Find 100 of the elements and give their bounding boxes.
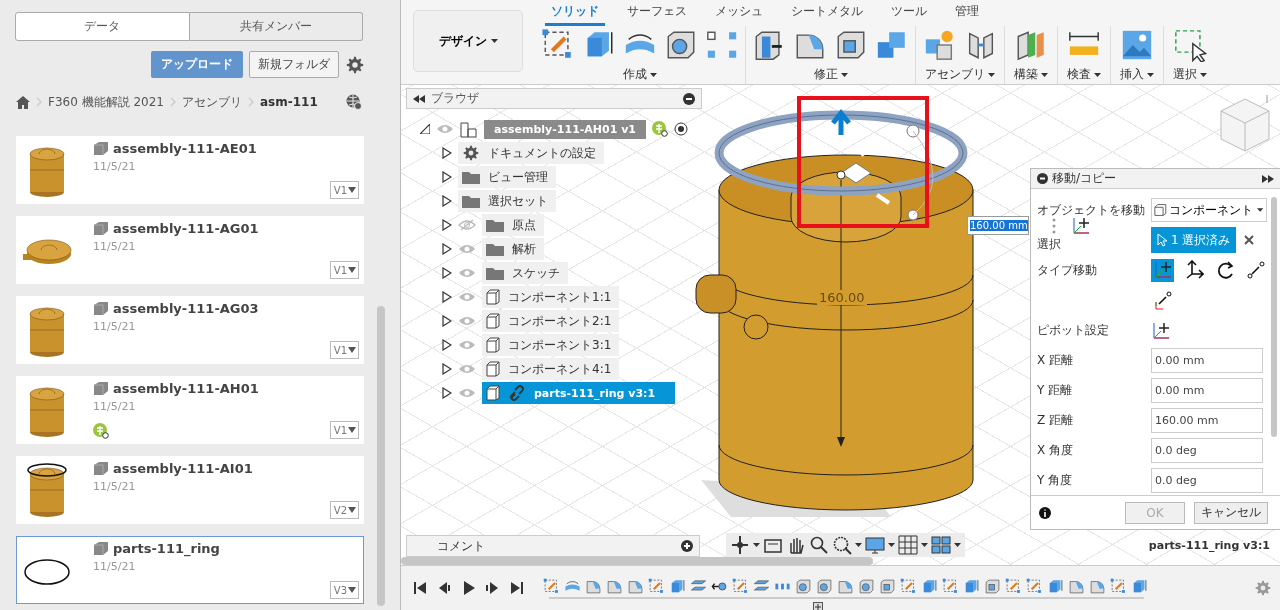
file-name[interactable]: parts-111_ring: [113, 541, 220, 556]
tree-item-label[interactable]: コンポーネント1:1: [508, 288, 612, 306]
tree-item-label[interactable]: コンポーネント3:1: [508, 336, 612, 354]
version-dropdown[interactable]: V1: [329, 181, 359, 199]
first-icon[interactable]: [413, 580, 428, 596]
viewport-canvas[interactable]: [401, 85, 1280, 565]
value-field[interactable]: 0.0 deg: [1151, 437, 1263, 463]
expand-icon[interactable]: [1262, 174, 1274, 183]
version-dropdown[interactable]: V2: [329, 501, 359, 519]
viewports-icon[interactable]: [931, 535, 951, 555]
add-marker-icon[interactable]: [813, 602, 823, 610]
value-field[interactable]: 0.00 mm: [1151, 377, 1263, 403]
value-field[interactable]: 160.00 mm: [1151, 407, 1263, 433]
extrude-icon[interactable]: [1047, 577, 1064, 595]
file-name[interactable]: assembly-111-AG03: [113, 301, 259, 316]
sketch-icon[interactable]: [1026, 577, 1043, 595]
point-to-point-icon[interactable]: [1244, 258, 1267, 282]
tree-item-label[interactable]: コンポーネント2:1: [508, 312, 612, 330]
home-icon[interactable]: [16, 95, 30, 109]
sketch-icon[interactable]: [900, 577, 917, 595]
selection-box-icon[interactable]: [1173, 28, 1207, 62]
picture-icon[interactable]: [1120, 28, 1154, 62]
file-card[interactable]: parts-111_ring 11/5/21 V3: [16, 536, 364, 604]
sketch-icon[interactable]: [942, 577, 959, 595]
expand-triangle-icon[interactable]: [442, 291, 452, 303]
play-icon[interactable]: [461, 580, 476, 596]
tab[interactable]: ツール: [885, 0, 933, 26]
extrude-icon[interactable]: [1131, 577, 1148, 595]
breadcrumb-link[interactable]: asm-111: [260, 95, 318, 109]
tree-node[interactable]: スケッチ: [482, 262, 568, 284]
workspace-dropdown[interactable]: デザイン: [413, 10, 523, 72]
tree-node[interactable]: 選択セット: [458, 190, 556, 212]
tab[interactable]: サーフェス: [621, 0, 693, 26]
file-name[interactable]: assembly-111-AI01: [113, 461, 253, 476]
expand-triangle-icon[interactable]: [442, 315, 452, 327]
next-icon[interactable]: [485, 580, 500, 596]
scrollbar[interactable]: [401, 557, 873, 565]
caret-icon[interactable]: [888, 543, 895, 547]
file-name[interactable]: assembly-111-AE01: [113, 141, 257, 156]
radio-icon[interactable]: [674, 122, 689, 136]
grid-icon[interactable]: [898, 535, 918, 555]
tree-item-label[interactable]: 解析: [512, 240, 536, 258]
drag-handle-icon[interactable]: [1052, 218, 1056, 234]
value-field[interactable]: 0.00 mm: [1151, 347, 1263, 373]
tab[interactable]: メッシュ: [709, 0, 769, 26]
group-menu[interactable]: 修正: [810, 65, 851, 84]
collapse-triangle-icon[interactable]: [420, 124, 430, 134]
scrollbar[interactable]: [377, 306, 385, 606]
tree-item-label[interactable]: ドキュメントの設定: [488, 144, 596, 162]
file-name[interactable]: assembly-111-AG01: [113, 221, 259, 236]
tab[interactable]: 共有メンバー: [189, 12, 363, 41]
tree-node[interactable]: コンポーネント2:1: [482, 310, 620, 332]
orbit-icon[interactable]: [730, 535, 750, 555]
group-menu[interactable]: 作成: [620, 65, 660, 84]
file-card[interactable]: assembly-111-AE01 11/5/21 V1: [16, 136, 364, 204]
tab[interactable]: データ: [15, 12, 190, 41]
file-card[interactable]: assembly-111-AG03 11/5/21 V1: [16, 296, 364, 364]
globe-icon[interactable]: [346, 94, 362, 110]
tree-item-label[interactable]: コンポーネント4:1: [508, 360, 612, 378]
file-card[interactable]: assembly-111-AG01 11/5/21 V1: [16, 216, 364, 284]
tree-node[interactable]: コンポーネント1:1: [482, 286, 620, 308]
shell-icon[interactable]: [879, 577, 896, 595]
sketch-icon[interactable]: [1005, 577, 1022, 595]
shell-icon[interactable]: [984, 577, 1001, 595]
sketch-icon[interactable]: [543, 577, 560, 595]
collapse-icon[interactable]: [413, 94, 425, 103]
previous-icon[interactable]: [437, 580, 452, 596]
tab[interactable]: シートメタル: [785, 0, 869, 26]
tree-node[interactable]: ビュー管理: [458, 166, 556, 188]
caret-icon[interactable]: [855, 543, 862, 547]
expand-triangle-icon[interactable]: [442, 363, 452, 375]
expand-triangle-icon[interactable]: [442, 171, 452, 183]
group-menu[interactable]: 挿入: [1117, 65, 1157, 84]
version-dropdown[interactable]: V1: [329, 261, 359, 279]
minus-icon[interactable]: [1037, 173, 1048, 185]
add-icon[interactable]: [681, 540, 693, 552]
expand-triangle-icon[interactable]: [442, 219, 452, 231]
distance-field[interactable]: 160.00 mm: [967, 216, 1029, 235]
hole-icon[interactable]: [816, 577, 833, 595]
axes-icon[interactable]: [1071, 216, 1091, 235]
monitor-icon[interactable]: [865, 535, 885, 555]
breadcrumb-link[interactable]: F360 機能解説 2021: [48, 93, 164, 111]
tree-item-label[interactable]: 選択セット: [488, 192, 548, 210]
expand-triangle-icon[interactable]: [442, 267, 452, 279]
zoom-icon[interactable]: [809, 535, 829, 555]
extrude-icon[interactable]: [669, 577, 686, 595]
scrollbar[interactable]: [1271, 197, 1277, 437]
hole-icon[interactable]: [858, 577, 875, 595]
version-dropdown[interactable]: V1: [329, 341, 359, 359]
file-card[interactable]: assembly-111-AH01 11/5/21 V1: [16, 376, 364, 444]
free-move-icon[interactable]: [1151, 258, 1174, 282]
sketch-icon[interactable]: [1110, 577, 1127, 595]
tree-item-label[interactable]: 原点: [512, 216, 536, 234]
tab[interactable]: ソリッド: [545, 0, 605, 26]
version-dropdown[interactable]: V1: [329, 421, 359, 439]
group-menu[interactable]: 構築: [1011, 65, 1051, 84]
pivot-icon[interactable]: [1151, 320, 1171, 340]
group-menu[interactable]: 検査: [1064, 65, 1104, 84]
expand-triangle-icon[interactable]: [442, 195, 452, 207]
sketch-icon[interactable]: [648, 577, 665, 595]
